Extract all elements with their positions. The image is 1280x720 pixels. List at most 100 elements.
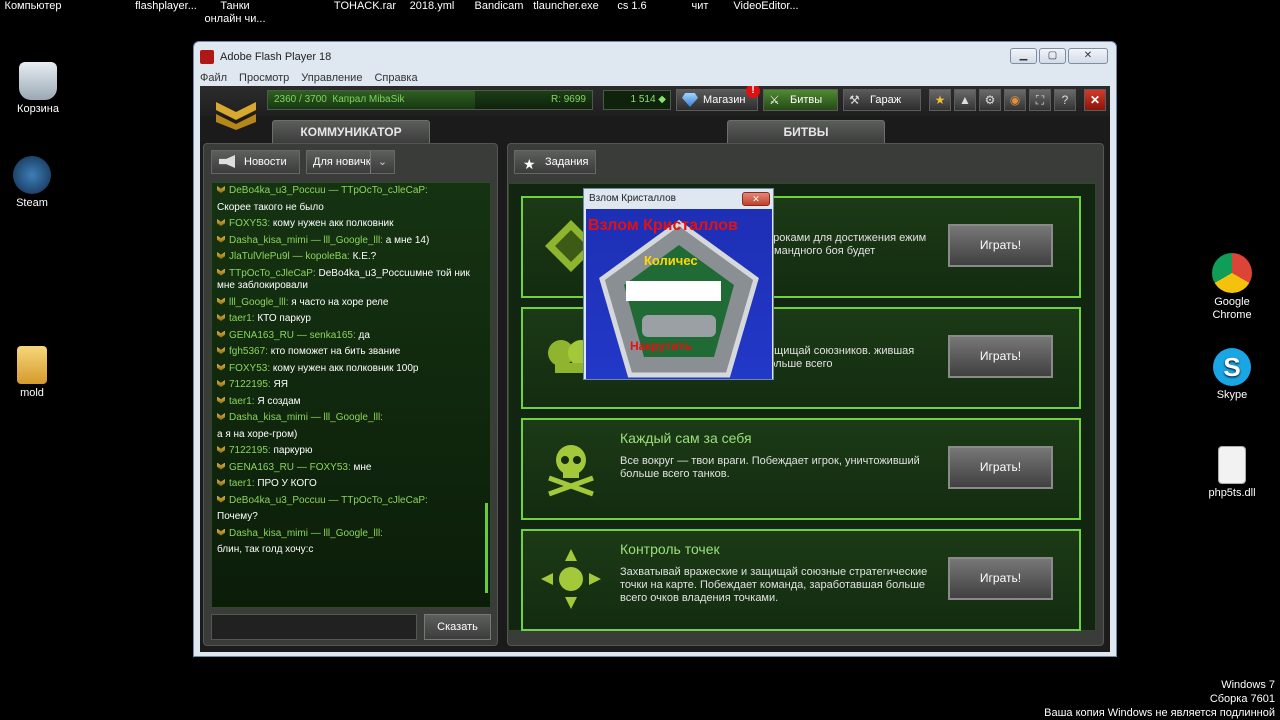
computer-icon[interactable]: Компьютер	[0, 0, 66, 13]
play-button[interactable]: Играть!	[948, 335, 1053, 378]
chat-recipient[interactable]: TTpOcTo_cJleCaP:	[341, 185, 428, 196]
chat-separator: —	[296, 329, 310, 341]
minimize-button[interactable]: ▁	[1010, 48, 1037, 64]
garage-button[interactable]: ⚒ Гараж	[843, 89, 921, 111]
star-icon[interactable]: ★	[929, 89, 951, 111]
videoeditor-icon[interactable]: VideoEditor...	[730, 0, 802, 13]
chat-nick[interactable]: Dasha_kisa_mimi	[229, 528, 308, 539]
window-titlebar[interactable]: Adobe Flash Player 18	[200, 47, 1110, 67]
recycle-bin-icon[interactable]: Корзина	[0, 62, 76, 116]
chat-nick[interactable]: fgh5367:	[229, 346, 268, 357]
cheat-button[interactable]: Накрутить	[630, 339, 692, 353]
chat-nick[interactable]: lll_Google_lll:	[229, 297, 288, 308]
menu-file[interactable]: Файл	[200, 69, 227, 87]
battles-label: Битвы	[790, 94, 823, 106]
chat-nick[interactable]: TTpOcTo_cJleCaP:	[229, 268, 316, 279]
chat-log[interactable]: DeBo4ka_u3_Poccuu — TTpOcTo_cJleCaP: Ско…	[211, 182, 491, 608]
mode-title: Контроль точек	[620, 541, 720, 557]
chat-nick[interactable]: Dasha_kisa_mimi	[229, 412, 308, 423]
icon-label: cs 1.6	[617, 0, 647, 12]
news-button[interactable]: Новости	[211, 150, 300, 174]
chat-message: taer1: Я создам	[212, 394, 490, 411]
battles-button[interactable]: ⚔ Битвы	[763, 89, 838, 111]
popup-close-button[interactable]: ✕	[742, 192, 770, 206]
chat-nick[interactable]: FOXY53:	[229, 218, 270, 229]
chat-nick[interactable]: JlaTulVlePu9l	[229, 251, 290, 262]
mode-control-points[interactable]: Контроль точек Захватывай вражеские и за…	[521, 529, 1081, 631]
chat-message: taer1: КТО паркур	[212, 311, 490, 328]
chat-text: кому нужен акк полковник	[272, 218, 394, 229]
icon-label: Корзина	[17, 103, 59, 115]
chat-nick[interactable]: 7122195:	[229, 445, 271, 456]
chat-nick[interactable]: taer1:	[229, 396, 255, 407]
cheat-folder-icon[interactable]: чит	[680, 0, 720, 13]
chat-text: кому нужен акк полковник 100р	[272, 362, 419, 374]
icon-label: 2018.yml	[409, 0, 455, 12]
play-button[interactable]: Играть!	[948, 446, 1053, 489]
fullscreen-icon[interactable]: ⛶	[1029, 89, 1051, 111]
chat-message: GENA163_RU — senka165: да	[212, 328, 490, 345]
dll-file-icon[interactable]: php5ts.dll	[1194, 446, 1270, 500]
sound-icon[interactable]: ◉	[1004, 89, 1026, 111]
icon-label: Google Chrome	[1212, 296, 1252, 321]
chat-recipient[interactable]: lll_Google_lll:	[323, 528, 382, 539]
hack-heading: Взлом Кристаллов	[588, 217, 738, 234]
desktop: Компьютер flashplayer... Танки онлайн чи…	[0, 0, 1280, 720]
quantity-label: Количес	[644, 253, 698, 268]
channel-select[interactable]: Для новичк ⌄	[306, 150, 395, 174]
chat-nick[interactable]: DeBo4ka_u3_Poccuu	[229, 185, 326, 196]
close-button[interactable]: ✕	[1068, 48, 1108, 64]
chat-recipient[interactable]: senka165:	[310, 330, 356, 341]
chat-nick[interactable]: GENA163_RU	[229, 462, 294, 473]
tlauncher-icon[interactable]: tlauncher.exe	[530, 0, 602, 13]
chat-nick[interactable]: FOXY53:	[229, 363, 270, 374]
chrome-icon[interactable]: Google Chrome	[1194, 253, 1270, 322]
chat-message: TTpOcTo_cJleCaP: DeBo4ka_u3_Poccuuмне то…	[212, 266, 490, 295]
chat-recipient[interactable]: TTpOcTo_cJleCaP:	[341, 495, 428, 506]
chat-recipient[interactable]: FOXY53:	[310, 462, 351, 473]
tanki-shortcut-icon[interactable]: Танки онлайн чи...	[203, 0, 267, 26]
rank-name: Капрал MibaSik	[332, 94, 405, 105]
chat-nick[interactable]: taer1:	[229, 313, 255, 324]
rank-icon	[217, 347, 225, 354]
flashplayer-icon[interactable]: flashplayer...	[132, 0, 200, 13]
quantity-input[interactable]	[626, 281, 721, 301]
rank-icon	[217, 495, 225, 503]
chat-recipient[interactable]: lll_Google_lll:	[323, 235, 382, 246]
tanks-icon[interactable]: ▲	[954, 89, 976, 111]
chat-nick[interactable]: GENA163_RU	[229, 330, 294, 341]
tab-battles[interactable]: БИТВЫ	[727, 120, 885, 144]
icon-label: TOHACK.rar	[333, 0, 397, 12]
menu-help[interactable]: Справка	[374, 69, 417, 87]
channel-select-value: Для новичк	[313, 156, 371, 168]
chat-scrollbar[interactable]	[485, 503, 488, 593]
chat-input[interactable]	[211, 614, 417, 640]
watermark-build: Сборка 7601	[1209, 693, 1275, 705]
folder-icon[interactable]: mold	[0, 346, 70, 400]
chat-nick[interactable]: Dasha_kisa_mimi	[229, 235, 308, 246]
rar-archive-icon[interactable]: TOHACK.rar	[330, 0, 400, 13]
exit-icon[interactable]: ✕	[1084, 89, 1106, 111]
chat-nick[interactable]: 7122195:	[229, 379, 271, 390]
menu-view[interactable]: Просмотр	[239, 69, 289, 87]
chat-nick[interactable]: taer1:	[229, 478, 255, 489]
tab-communicator[interactable]: КОММУНИКАТОР	[272, 120, 430, 144]
menu-control[interactable]: Управление	[301, 69, 362, 87]
bandicam-icon[interactable]: Bandicam	[470, 0, 528, 13]
maximize-button[interactable]: ▢	[1039, 48, 1066, 64]
gear-icon[interactable]: ⚙	[979, 89, 1001, 111]
say-button[interactable]: Сказать	[424, 614, 491, 640]
play-button[interactable]: Играть!	[948, 557, 1053, 600]
tasks-button[interactable]: ★ Задания	[514, 150, 596, 174]
cs16-icon[interactable]: cs 1.6	[610, 0, 654, 13]
play-button[interactable]: Играть!	[948, 224, 1053, 267]
mode-deathmatch[interactable]: Каждый сам за себя Все вокруг — твои вра…	[521, 418, 1081, 520]
help-icon[interactable]: ?	[1054, 89, 1076, 111]
chat-nick[interactable]: DeBo4ka_u3_Poccuu	[229, 495, 326, 506]
chat-recipient[interactable]: kopoleBa:	[305, 251, 349, 262]
chat-recipient[interactable]: lll_Google_lll:	[323, 412, 382, 423]
chat-message: блин, так голд хочу:с	[212, 542, 490, 559]
steam-icon[interactable]: Steam	[0, 156, 70, 210]
skype-icon[interactable]: S Skype	[1194, 348, 1270, 402]
yml-file-icon[interactable]: 2018.yml	[405, 0, 459, 13]
